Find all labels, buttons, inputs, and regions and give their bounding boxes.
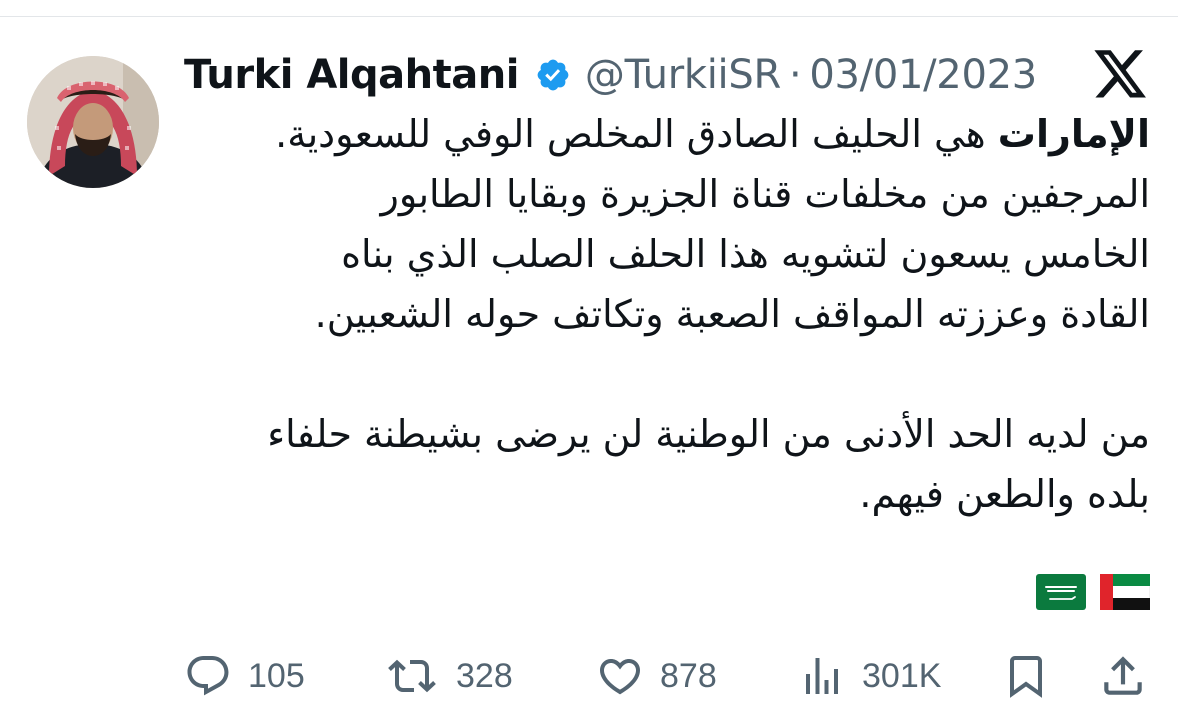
views-count: 301K	[862, 656, 942, 695]
tweet-line: القادة وعززته المواقف الصعبة وتكاتف حوله…	[314, 292, 1150, 336]
reply-icon	[187, 656, 229, 696]
tweet-line-bold: الإمارات	[997, 112, 1150, 156]
avatar[interactable]	[27, 56, 159, 188]
author-handle[interactable]: @TurkiiSR	[585, 52, 781, 98]
flag-emojis	[1036, 574, 1150, 610]
separator-dot: ·	[788, 52, 802, 98]
tweet-line: بلده والطعن فيهم.	[859, 472, 1150, 516]
tweet-actions: 105 328 878 301K	[184, 648, 1150, 704]
heart-icon	[599, 659, 641, 695]
tweet-line: من لديه الحد الأدنى من الوطنية لن يرضى ب…	[267, 412, 1150, 456]
tweet-header: Turki Alqahtani @TurkiiSR · 03/01/2023	[184, 48, 1037, 102]
reply-button[interactable]: 105	[184, 648, 305, 704]
tweet-line: الإمارات هي الحليف الصادق المخلص الوفي ل…	[184, 104, 1150, 164]
share-button[interactable]	[1098, 648, 1148, 704]
tweet-line-text: هي الحليف الصادق المخلص الوفي للسعودية.	[275, 112, 998, 156]
retweet-count: 328	[456, 656, 513, 695]
tweet-date[interactable]: 03/01/2023	[809, 52, 1037, 98]
bookmark-icon	[1010, 656, 1042, 698]
like-button[interactable]: 878	[596, 648, 717, 704]
like-count: 878	[660, 656, 717, 695]
top-divider	[0, 16, 1178, 17]
tweet-line: المرجفين من مخلفات قناة الجزيرة وبقايا ا…	[380, 172, 1151, 216]
bookmark-button[interactable]	[1002, 648, 1050, 704]
avatar-image	[27, 56, 159, 188]
author-name[interactable]: Turki Alqahtani	[184, 52, 519, 98]
x-logo-icon[interactable]	[1094, 50, 1148, 100]
views-icon	[806, 658, 838, 694]
verified-badge-icon	[535, 57, 571, 93]
uae-flag-icon	[1100, 574, 1150, 610]
views-button[interactable]: 301K	[798, 648, 941, 704]
reply-count: 105	[248, 656, 305, 695]
retweet-button[interactable]: 328	[384, 648, 513, 704]
retweet-icon	[388, 659, 436, 693]
tweet-text: الإمارات هي الحليف الصادق المخلص الوفي ل…	[184, 104, 1150, 524]
saudi-flag-icon	[1036, 574, 1086, 610]
tweet-line: الخامس يسعون لتشويه هذا الحلف الصلب الذي…	[341, 232, 1150, 276]
share-icon	[1104, 656, 1142, 695]
